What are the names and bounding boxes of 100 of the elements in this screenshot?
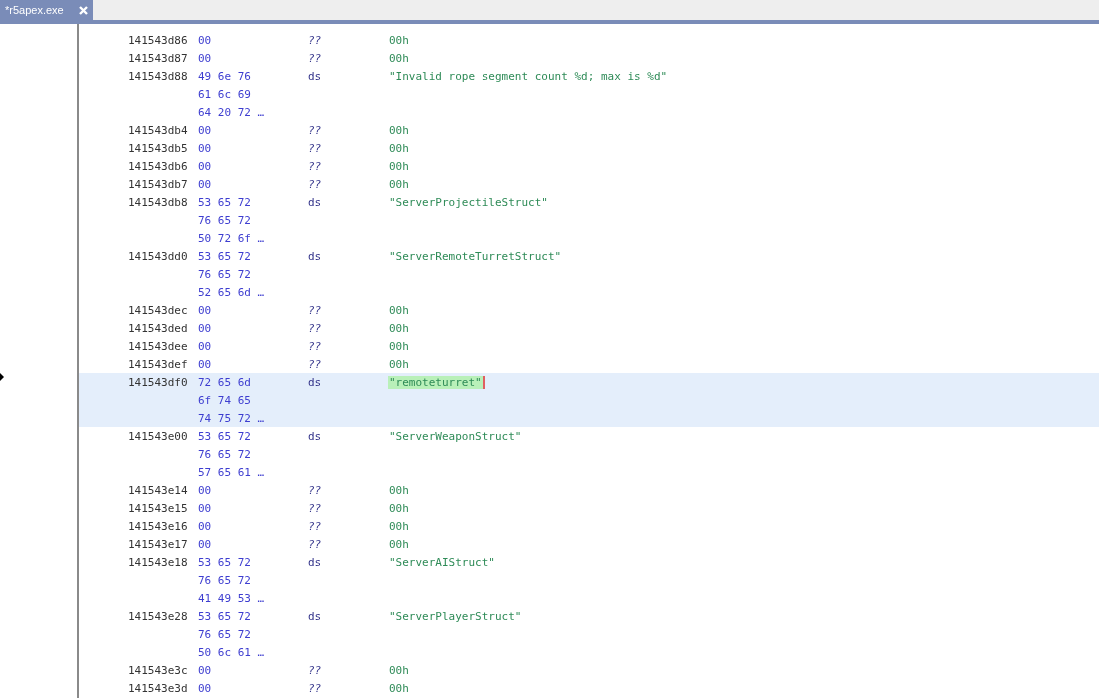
byte-values: 53 65 72 — [198, 195, 251, 209]
operand-text: 00h — [388, 339, 410, 353]
mnemonic-text: ds — [308, 609, 322, 623]
byte-values: 00 — [198, 141, 212, 155]
mnemonic-text: ?? — [308, 123, 322, 137]
byte-values: 00 — [198, 357, 212, 371]
byte-values: 00 — [198, 123, 212, 137]
mnemonic-text: ?? — [308, 141, 322, 155]
byte-values: 53 65 72 — [198, 609, 251, 623]
operand-text: "ServerAIStruct" — [388, 555, 496, 569]
mnemonic-text: ?? — [308, 537, 322, 551]
mnemonic-text: ds — [308, 555, 322, 569]
mnemonic-text: ?? — [308, 177, 322, 191]
mnemonic-text: ?? — [308, 321, 322, 335]
cursor-arrow-icon — [0, 373, 4, 381]
byte-values: 00 — [198, 681, 212, 695]
operand-text: "ServerWeaponStruct" — [388, 429, 523, 443]
byte-values: 61 6c 69 — [198, 87, 251, 101]
byte-values: 53 65 72 — [198, 249, 251, 263]
mnemonic-text: ?? — [308, 519, 322, 533]
byte-values: 53 65 72 — [198, 555, 251, 569]
byte-values: 64 20 72 … — [198, 105, 265, 119]
operand-text: 00h — [388, 357, 410, 371]
byte-values: 52 65 6d … — [198, 285, 265, 299]
byte-values: 00 — [198, 663, 212, 677]
mnemonic-text: ?? — [308, 303, 322, 317]
byte-values: 00 — [198, 159, 212, 173]
operand-text: 00h — [388, 501, 410, 515]
mnemonic-text: ?? — [308, 483, 322, 497]
address-text: 141543dee — [128, 339, 188, 353]
address-text: 141543e17 — [128, 537, 188, 551]
byte-values: 76 65 72 — [198, 627, 251, 641]
operand-text: 00h — [388, 663, 410, 677]
address-text: 141543e15 — [128, 501, 188, 515]
address-text: 141543db8 — [128, 195, 188, 209]
byte-values: 6f 74 65 — [198, 393, 251, 407]
address-text: 141543e14 — [128, 483, 188, 497]
close-icon[interactable] — [78, 4, 89, 16]
mnemonic-text: ?? — [308, 681, 322, 695]
byte-values: 53 65 72 — [198, 429, 251, 443]
byte-values: 76 65 72 — [198, 213, 251, 227]
byte-values: 00 — [198, 321, 212, 335]
mnemonic-text: ds — [308, 195, 322, 209]
address-text: 141543e3c — [128, 663, 188, 677]
mnemonic-text: ?? — [308, 501, 322, 515]
byte-values: 76 65 72 — [198, 267, 251, 281]
operand-text: 00h — [388, 303, 410, 317]
mnemonic-text: ds — [308, 69, 322, 83]
operand-text: 00h — [388, 141, 410, 155]
byte-values: 00 — [198, 519, 212, 533]
address-text: 141543def — [128, 357, 188, 371]
byte-values: 00 — [198, 537, 212, 551]
mnemonic-text: ?? — [308, 357, 322, 371]
byte-values: 74 75 72 … — [198, 411, 265, 425]
operand-text: 00h — [388, 33, 410, 47]
operand-text: "ServerProjectileStruct" — [388, 195, 549, 209]
byte-values: 41 49 53 … — [198, 591, 265, 605]
byte-values: 76 65 72 — [198, 573, 251, 587]
operand-text: 00h — [388, 321, 410, 335]
file-tab[interactable]: *r5apex.exe — [0, 0, 93, 20]
address-text: 141543dec — [128, 303, 188, 317]
byte-values: 50 6c 61 … — [198, 645, 265, 659]
operand-text: "ServerPlayerStruct" — [388, 609, 523, 623]
operand-text: 00h — [388, 681, 410, 695]
address-text: 141543d87 — [128, 51, 188, 65]
byte-values: 00 — [198, 51, 212, 65]
operand-text: 00h — [388, 51, 410, 65]
mnemonic-text: ds — [308, 375, 322, 389]
address-text: 141543db5 — [128, 141, 188, 155]
address-text: 141543dd0 — [128, 249, 188, 263]
mnemonic-text: ds — [308, 429, 322, 443]
mnemonic-text: ?? — [308, 159, 322, 173]
address-text: 141543e16 — [128, 519, 188, 533]
mnemonic-text: ds — [308, 249, 322, 263]
byte-values: 57 65 61 … — [198, 465, 265, 479]
operand-text: "Invalid rope segment count %d; max is %d" — [388, 69, 669, 83]
address-text: 141543e18 — [128, 555, 188, 569]
byte-values: 50 72 6f … — [198, 231, 265, 245]
address-text: 141543e28 — [128, 609, 188, 623]
operand-text: 00h — [388, 519, 410, 533]
address-text: 141543d86 — [128, 33, 188, 47]
operand-text: 00h — [388, 177, 410, 191]
operand-text: "ServerRemoteTurretStruct" — [388, 249, 563, 263]
address-text: 141543df0 — [128, 375, 188, 389]
address-text: 141543e00 — [128, 429, 188, 443]
address-text: 141543ded — [128, 321, 188, 335]
mnemonic-text: ?? — [308, 33, 322, 47]
operand-text: 00h — [388, 123, 410, 137]
byte-values: 72 65 6d — [198, 375, 251, 389]
operand-text: 00h — [388, 537, 410, 551]
address-text: 141543db7 — [128, 177, 188, 191]
byte-values: 49 6e 76 — [198, 69, 251, 83]
byte-values: 00 — [198, 33, 212, 47]
mnemonic-text: ?? — [308, 51, 322, 65]
address-text: 141543d88 — [128, 69, 188, 83]
address-text: 141543e3d — [128, 681, 188, 695]
operand-text: 00h — [388, 483, 410, 497]
operand-text: 00h — [388, 159, 410, 173]
byte-values: 00 — [198, 177, 212, 191]
address-text: 141543db6 — [128, 159, 188, 173]
